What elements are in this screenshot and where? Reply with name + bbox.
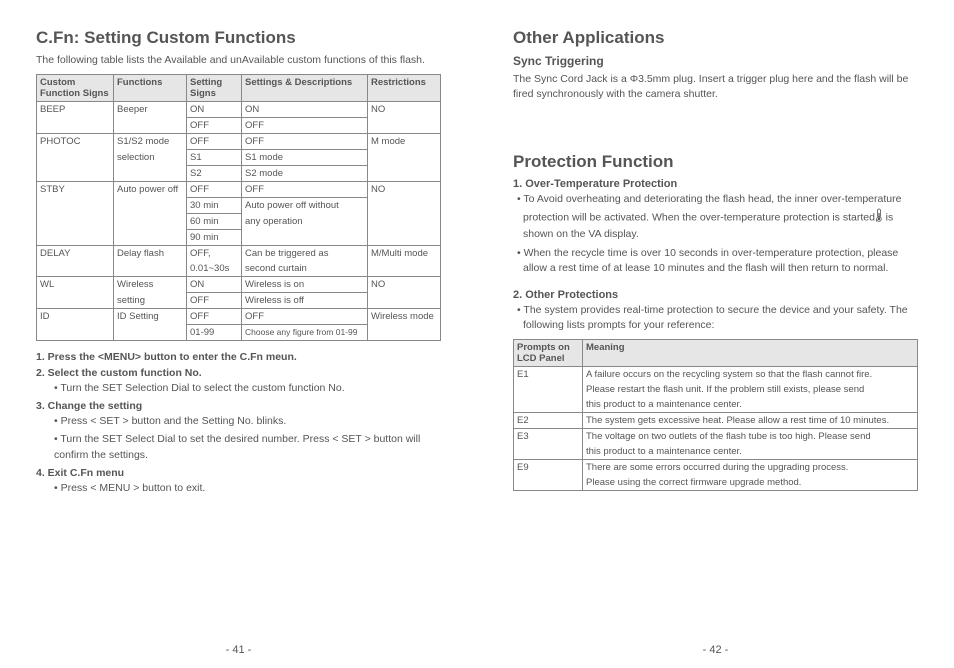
table-row: 60 min any operation — [37, 214, 441, 230]
table-row: ID ID Setting OFF OFF Wireless mode — [37, 309, 441, 325]
page-number-right: - 42 - — [477, 644, 954, 656]
table-row: 90 min — [37, 230, 441, 246]
other-protections-intro: • The system provides real-time protecti… — [513, 303, 918, 333]
table-row: S2 S2 mode — [37, 166, 441, 182]
step-2a: • Turn the SET Selection Dial to select … — [54, 381, 441, 396]
table-row: 01-99 Choose any figure from 01-99 — [37, 325, 441, 341]
th-signs: Custom Function Signs — [37, 75, 114, 102]
sync-triggering-heading: Sync Triggering — [513, 54, 918, 68]
protection-title: Protection Function — [513, 152, 918, 172]
page-left: C.Fn: Setting Custom Functions The follo… — [0, 0, 477, 668]
over-temp-heading: 1. Over-Temperature Protection — [513, 178, 918, 190]
over-temp-b1: • To Avoid overheating and deteriorating… — [513, 192, 918, 242]
protections-table: Prompts on LCD Panel Meaning E1 A failur… — [513, 339, 918, 491]
table-row: 30 min Auto power off without — [37, 198, 441, 214]
step-3a: • Press < SET > button and the Setting N… — [54, 414, 441, 429]
th-functions: Functions — [114, 75, 187, 102]
table-row: setting OFF Wireless is off — [37, 293, 441, 309]
table-row: selection S1 S1 mode — [37, 150, 441, 166]
table-row: PHOTOC S1/S2 mode OFF OFF M mode — [37, 134, 441, 150]
table-row: WL Wireless ON Wireless is on NO — [37, 277, 441, 293]
other-protections-heading: 2. Other Protections — [513, 289, 918, 301]
table-row: DELAY Delay flash OFF, Can be triggered … — [37, 246, 441, 262]
table-row: 0.01~30s second curtain — [37, 261, 441, 277]
table-row: this product to a maintenance center. — [514, 397, 918, 413]
table-row: Please using the correct firmware upgrad… — [514, 475, 918, 491]
table-row: this product to a maintenance center. — [514, 444, 918, 460]
table-row: E1 A failure occurs on the recycling sys… — [514, 366, 918, 382]
step-1: 1. Press the <MENU> button to enter the … — [36, 351, 441, 363]
page-number-left: - 41 - — [0, 644, 477, 656]
step-4a: • Press < MENU > button to exit. — [54, 481, 441, 496]
step-4: 4. Exit C.Fn menu — [36, 467, 441, 479]
step-3b: • Turn the SET Select Dial to set the de… — [54, 432, 441, 462]
step-2: 2. Select the custom function No. — [36, 367, 441, 379]
table-row: E2 The system gets excessive heat. Pleas… — [514, 412, 918, 428]
table-row: Please restart the flash unit. If the pr… — [514, 382, 918, 397]
page-right: Other Applications Sync Triggering The S… — [477, 0, 954, 668]
table-row: E3 The voltage on two outlets of the fla… — [514, 428, 918, 444]
table-row: STBY Auto power off OFF OFF NO — [37, 182, 441, 198]
th-restrictions: Restrictions — [368, 75, 441, 102]
other-apps-title: Other Applications — [513, 28, 918, 48]
table-row: OFF OFF — [37, 118, 441, 134]
sync-body: The Sync Cord Jack is a Φ3.5mm plug. Ins… — [513, 72, 918, 102]
over-temp-b2: • When the recycle time is over 10 secon… — [513, 246, 918, 276]
table-row: E9 There are some errors occurred during… — [514, 459, 918, 475]
th-desc: Settings & Descriptions — [242, 75, 368, 102]
cfn-intro: The following table lists the Available … — [36, 54, 441, 66]
cfn-table: Custom Function Signs Functions Setting … — [36, 74, 441, 341]
th-prompts: Prompts on LCD Panel — [514, 339, 583, 366]
step-3: 3. Change the setting — [36, 400, 441, 412]
th-setting-signs: Setting Signs — [187, 75, 242, 102]
cfn-title: C.Fn: Setting Custom Functions — [36, 28, 441, 48]
th-meaning: Meaning — [583, 339, 918, 366]
table-row: BEEP Beeper ON ON NO — [37, 102, 441, 118]
